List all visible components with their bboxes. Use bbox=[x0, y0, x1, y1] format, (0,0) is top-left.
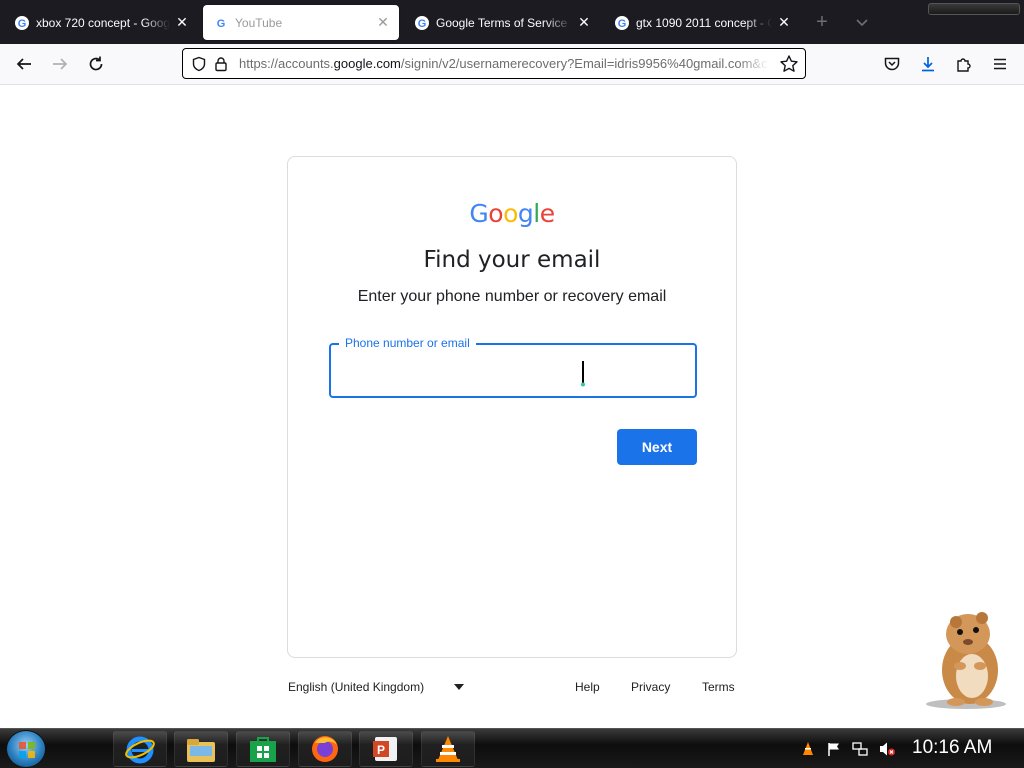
next-button[interactable]: Next bbox=[617, 429, 697, 465]
reload-button[interactable] bbox=[84, 52, 108, 76]
window-controls[interactable] bbox=[928, 3, 1020, 15]
close-tab-icon[interactable]: ✕ bbox=[375, 14, 391, 31]
taskbar-clock[interactable]: 10:16 AM bbox=[912, 737, 992, 759]
pocket-button[interactable] bbox=[880, 52, 904, 76]
phone-or-email-input[interactable] bbox=[331, 345, 695, 396]
downloads-button[interactable] bbox=[916, 52, 940, 76]
url-path: /signin/v2/usernamerecovery?Email=idris9… bbox=[400, 56, 769, 71]
tab-youtube[interactable]: G YouTube ✕ bbox=[203, 5, 399, 40]
firefox-icon bbox=[312, 736, 338, 762]
tab-xbox-search[interactable]: G xbox 720 concept - Google Search ✕ bbox=[4, 5, 198, 40]
privacy-link[interactable]: Privacy bbox=[631, 680, 670, 694]
store-icon bbox=[250, 737, 276, 762]
taskbar-vlc[interactable] bbox=[421, 731, 475, 767]
tab-title: xbox 720 concept - Google Search bbox=[36, 15, 170, 30]
logo-letter: e bbox=[539, 199, 555, 228]
taskbar-file-explorer[interactable] bbox=[174, 731, 228, 767]
language-label: English (United Kingdom) bbox=[288, 680, 425, 694]
text-cursor-icon bbox=[581, 361, 585, 387]
page-subtitle: Enter your phone number or recovery emai… bbox=[357, 288, 667, 305]
tab-title: Google Terms of Service – Privacy & Term… bbox=[436, 15, 572, 30]
tab-strip: G xbox 720 concept - Google Search ✕ G Y… bbox=[0, 0, 1024, 44]
vlc-tray-icon[interactable] bbox=[800, 741, 816, 757]
url-text[interactable]: https://accounts.google.com/signin/v2/us… bbox=[239, 56, 769, 71]
back-button[interactable] bbox=[12, 52, 36, 76]
shield-icon[interactable] bbox=[189, 54, 209, 74]
hamburger-menu-icon bbox=[994, 58, 1006, 70]
signin-card: Google Find your email Enter your phone … bbox=[287, 156, 737, 658]
taskbar-firefox[interactable] bbox=[298, 731, 352, 767]
vlc-icon bbox=[436, 736, 460, 762]
list-all-tabs-icon[interactable] bbox=[852, 12, 872, 32]
hamster-mascot[interactable] bbox=[920, 604, 1010, 710]
taskbar-powerpoint[interactable]: P bbox=[359, 731, 413, 767]
url-domain: google.com bbox=[333, 56, 401, 71]
pocket-icon bbox=[884, 57, 900, 71]
logo-letter: g bbox=[517, 199, 534, 228]
logo-letter: o bbox=[503, 199, 518, 228]
tab-gtx-search[interactable]: G gtx 1090 2011 concept - Google Search … bbox=[604, 5, 800, 40]
new-tab-icon[interactable]: + bbox=[812, 12, 832, 32]
svg-text:P: P bbox=[377, 743, 385, 757]
forward-button[interactable] bbox=[48, 52, 72, 76]
internet-explorer-icon bbox=[125, 736, 155, 764]
google-favicon-icon: G bbox=[214, 15, 228, 30]
windows-taskbar: P 10:16 AM bbox=[0, 728, 1024, 768]
bookmark-star-icon[interactable] bbox=[779, 54, 799, 74]
file-explorer-icon bbox=[187, 739, 215, 762]
arrow-right-icon bbox=[53, 58, 68, 70]
volume-muted-icon[interactable] bbox=[878, 741, 896, 757]
arrow-left-icon bbox=[16, 58, 31, 70]
svg-text:G: G bbox=[618, 18, 627, 30]
tab-title: YouTube bbox=[235, 15, 283, 30]
tab-title: gtx 1090 2011 concept - Google Search bbox=[636, 15, 772, 30]
help-link[interactable]: Help bbox=[575, 680, 600, 694]
logo-letter: o bbox=[488, 199, 504, 228]
url-prefix: https://accounts. bbox=[239, 56, 334, 71]
address-bar[interactable]: https://accounts.google.com/signin/v2/us… bbox=[182, 48, 806, 79]
start-button[interactable] bbox=[6, 730, 46, 768]
close-tab-icon[interactable]: ✕ bbox=[174, 14, 190, 31]
language-selector[interactable]: English (United Kingdom) bbox=[288, 680, 465, 694]
close-tab-icon[interactable]: ✕ bbox=[776, 14, 792, 31]
field-label: Phone number or email bbox=[339, 336, 476, 350]
taskbar-internet-explorer[interactable] bbox=[113, 731, 167, 767]
google-favicon-icon: G bbox=[615, 15, 629, 30]
system-tray bbox=[790, 733, 910, 765]
logo-letter: G bbox=[469, 199, 489, 228]
powerpoint-icon: P bbox=[373, 737, 397, 761]
svg-text:G: G bbox=[18, 18, 27, 30]
download-icon bbox=[922, 57, 934, 72]
google-favicon-icon: G bbox=[415, 15, 429, 30]
lock-icon[interactable] bbox=[211, 54, 231, 74]
taskbar-store[interactable] bbox=[236, 731, 290, 767]
network-icon[interactable] bbox=[852, 741, 868, 757]
phone-or-email-field[interactable]: Phone number or email bbox=[329, 336, 697, 398]
svg-text:G: G bbox=[217, 18, 226, 30]
action-center-flag-icon[interactable] bbox=[826, 741, 842, 757]
svg-text:G: G bbox=[418, 18, 427, 30]
navigation-toolbar: https://accounts.google.com/signin/v2/us… bbox=[0, 44, 1024, 85]
close-tab-icon[interactable]: ✕ bbox=[576, 14, 592, 31]
puzzle-icon bbox=[957, 58, 971, 72]
google-favicon-icon: G bbox=[15, 15, 29, 30]
menu-button[interactable] bbox=[988, 52, 1012, 76]
reload-icon bbox=[89, 56, 103, 71]
extensions-button[interactable] bbox=[952, 52, 976, 76]
dropdown-caret-icon bbox=[454, 684, 465, 690]
tab-google-terms[interactable]: G Google Terms of Service – Privacy & Te… bbox=[404, 5, 600, 40]
google-logo: Google bbox=[288, 199, 736, 228]
page-title: Find your email bbox=[423, 247, 601, 273]
terms-link[interactable]: Terms bbox=[702, 680, 735, 694]
